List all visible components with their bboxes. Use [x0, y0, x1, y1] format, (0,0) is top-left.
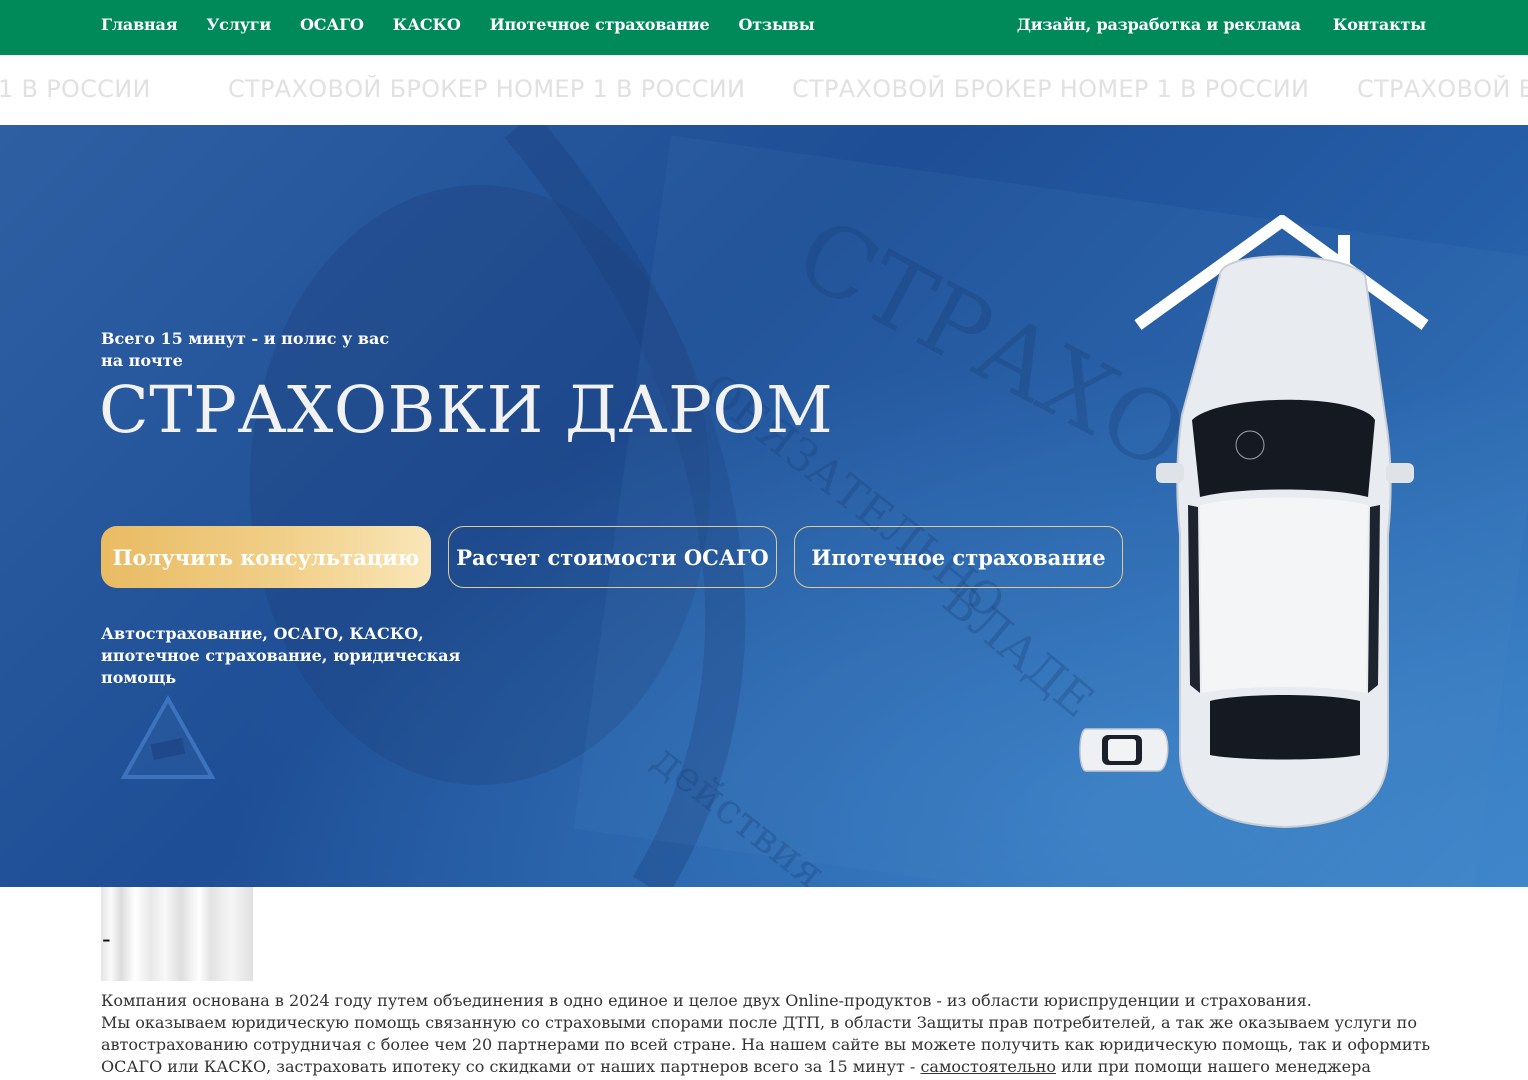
self-service-link[interactable]: самостоятельно [920, 1057, 1056, 1076]
get-consultation-button[interactable]: Получить консультацию [101, 526, 431, 588]
about-text: Компания основана в 2024 году путем объе… [101, 990, 1431, 1078]
nav-link-kasko[interactable]: КАСКО [393, 15, 461, 34]
marquee-ticker: 1 В РОССИИ СТРАХОВОЙ БРОКЕР НОМЕР 1 В РО… [0, 55, 1528, 125]
nav-secondary-links: Дизайн, разработка и реклама Контакты [1017, 0, 1426, 48]
about-line-1: Компания основана в 2024 году путем объе… [101, 991, 1312, 1010]
about-line-2-end: или при помощи нашего менеджера [1061, 1057, 1371, 1076]
ticker-item: СТРАХОВОЙ БРОКЕР НОМЕР 1 В РОССИИ [792, 75, 1310, 103]
ticker-item: СТРАХОВОЙ БРОКЕР НОМЕР 1 В РОССИИ [228, 75, 746, 103]
nav-link-services[interactable]: Услуги [206, 15, 271, 34]
nav-link-design[interactable]: Дизайн, разработка и реклама [1017, 15, 1301, 34]
nav-link-reviews[interactable]: Отзывы [738, 15, 814, 34]
nav-link-contacts[interactable]: Контакты [1333, 15, 1426, 34]
hero-title: СТРАХОВКИ ДАРОМ [99, 373, 834, 448]
hero-description: Автострахование, ОСАГО, КАСКО, ипотечное… [101, 624, 461, 687]
about-paragraph: Мы оказываем юридическую помощь связанну… [101, 1012, 1431, 1078]
nav-main-links: Главная Услуги ОСАГО КАСКО Ипотечное стр… [101, 0, 815, 48]
nav-link-osago[interactable]: ОСАГО [300, 15, 364, 34]
ticker-item: СТРАХОВОЙ БР [1357, 75, 1528, 103]
hero-section: СТРАХОВ ОБЯЗАТЕЛЬНО ВЛАДЕ действия Всего… [0, 125, 1528, 887]
top-navigation: Главная Услуги ОСАГО КАСКО Ипотечное стр… [0, 0, 1528, 55]
nav-link-home[interactable]: Главная [101, 15, 178, 34]
accident-warning-icon [120, 695, 216, 779]
osago-calculation-button[interactable]: Расчет стоимости ОСАГО [448, 526, 777, 588]
hero-subtitle: Всего 15 минут - и полис у вас на почте [101, 329, 390, 370]
ticker-item: 1 В РОССИИ [0, 75, 151, 103]
decorative-image [101, 887, 253, 981]
section-dash: - [102, 925, 111, 953]
car-house-illustration [1079, 215, 1429, 829]
nav-link-mortgage-insurance[interactable]: Ипотечное страхование [490, 15, 710, 34]
